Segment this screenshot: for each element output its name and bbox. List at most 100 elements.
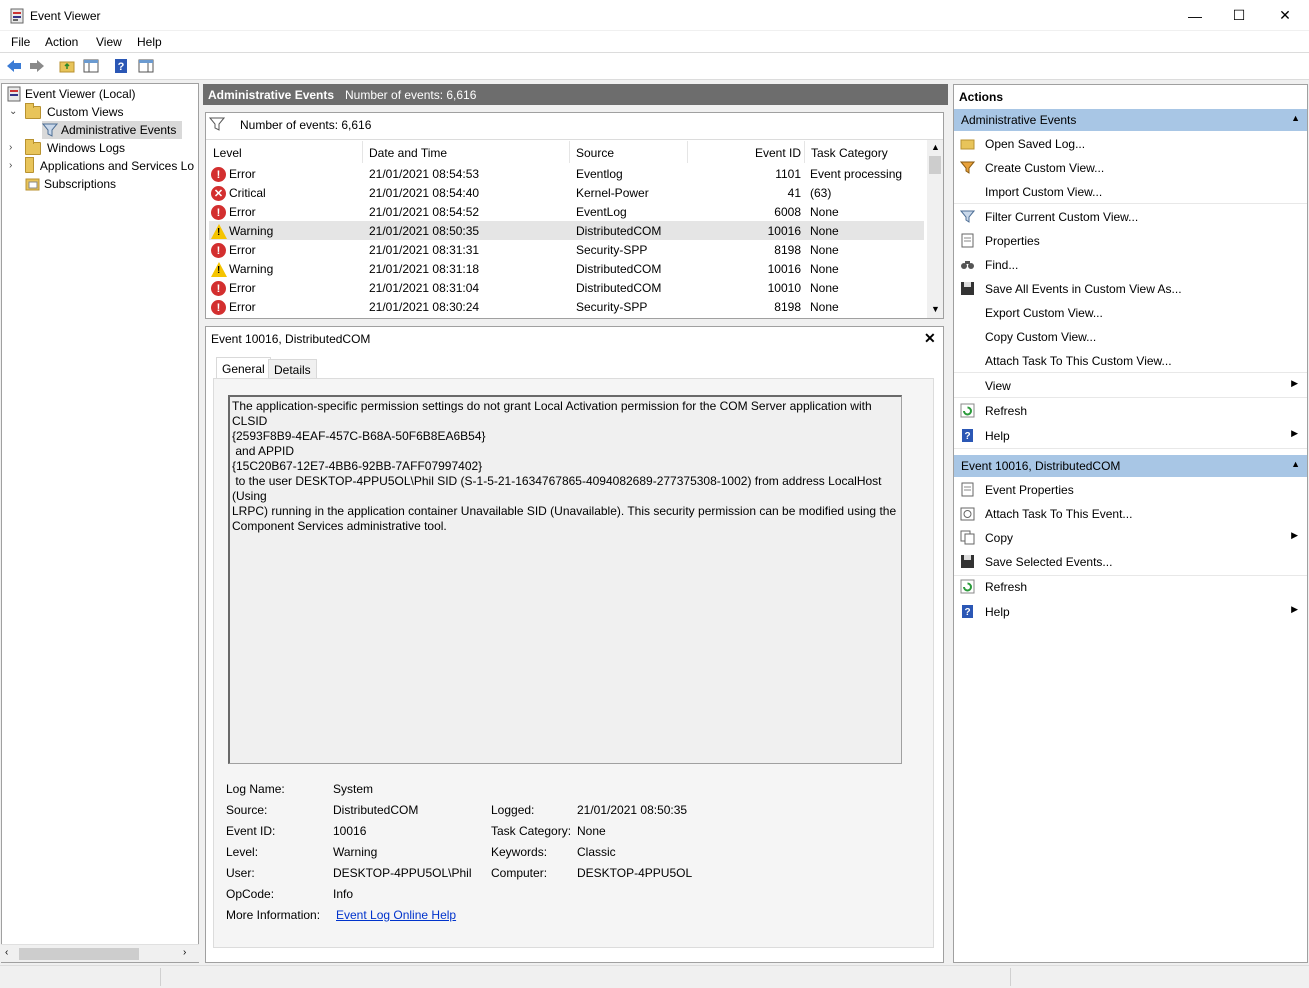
prop-computer-label: Computer: <box>491 866 548 880</box>
folder-icon <box>25 157 34 173</box>
menu-file[interactable]: File <box>11 35 30 49</box>
action-label: Find... <box>985 258 1019 272</box>
action-attach-task-event[interactable]: Attach Task To This Event... <box>954 502 1307 526</box>
action-copy-custom-view[interactable]: Copy Custom View... <box>954 325 1307 349</box>
scroll-thumb[interactable] <box>19 948 139 960</box>
folder-up-icon[interactable] <box>58 57 76 75</box>
tree-item-administrative-events[interactable]: Administrative Events <box>41 121 182 139</box>
error-icon: ! <box>211 167 226 182</box>
action-export-custom-view[interactable]: Export Custom View... <box>954 301 1307 325</box>
scroll-down-icon[interactable]: ▼ <box>931 304 940 314</box>
close-icon[interactable]: ✕ <box>924 330 936 347</box>
column-separator[interactable] <box>362 141 363 163</box>
tree-item-custom-views[interactable]: Custom Views <box>25 102 126 121</box>
action-label: Properties <box>985 234 1040 248</box>
tree-item-subscriptions[interactable]: Subscriptions <box>25 175 119 193</box>
chevron-down-icon[interactable]: ⌄ <box>9 106 17 117</box>
menu-help[interactable]: Help <box>137 35 162 49</box>
event-description[interactable]: The application-specific permission sett… <box>228 395 902 764</box>
forward-arrow-icon[interactable] <box>28 57 46 75</box>
back-arrow-icon[interactable] <box>5 57 23 75</box>
minimize-button[interactable]: — <box>1172 0 1218 31</box>
tree-item-event-viewer-local[interactable]: Event Viewer (Local) <box>6 85 139 103</box>
action-find[interactable]: Find... <box>954 253 1307 277</box>
cell-date: 21/01/2021 08:30:24 <box>369 300 480 314</box>
action-attach-task-custom-view[interactable]: Attach Task To This Custom View... <box>954 349 1307 373</box>
action-save-selected-events[interactable]: Save Selected Events... <box>954 550 1307 574</box>
copy-icon <box>960 530 975 545</box>
action-properties[interactable]: Properties <box>954 229 1307 253</box>
chevron-right-icon[interactable]: › <box>9 142 12 153</box>
show-hide-tree-icon[interactable] <box>82 57 100 75</box>
chevron-right-icon: ▶ <box>1291 530 1298 540</box>
scroll-thumb[interactable] <box>929 156 941 174</box>
prop-keywords-value: Classic <box>577 845 616 859</box>
table-row[interactable]: ! Error 21/01/2021 08:54:53 Eventlog 1101 Eve… <box>209 164 924 183</box>
prop-task-category-value: None <box>577 824 606 838</box>
chevron-right-icon[interactable]: › <box>9 160 12 171</box>
scroll-up-icon[interactable]: ▲ <box>931 142 940 152</box>
action-filter-current-custom-view[interactable]: Filter Current Custom View... <box>954 205 1307 229</box>
action-label: Help <box>985 429 1010 443</box>
tree-item-applications-and-services[interactable]: Applications and Services Lo <box>25 157 197 175</box>
menu-action[interactable]: Action <box>45 35 78 49</box>
action-help[interactable]: ? Help ▶ <box>954 424 1307 448</box>
tree-item-windows-logs[interactable]: Windows Logs <box>25 138 128 157</box>
chevron-up-icon[interactable]: ▲ <box>1291 459 1300 469</box>
cell-task-category: None <box>810 205 839 219</box>
close-window-button[interactable]: ✕ <box>1262 0 1308 31</box>
table-row[interactable]: Warning 21/01/2021 08:50:35 DistributedCOM… <box>209 221 924 240</box>
table-row[interactable]: ! Error 21/01/2021 08:31:31 Security-SPP 819… <box>209 240 924 259</box>
cell-level: Error <box>229 281 256 295</box>
cell-event-id: 41 <box>787 186 801 200</box>
column-header-event-id[interactable]: Event ID <box>755 146 801 160</box>
action-event-properties[interactable]: Event Properties <box>954 478 1307 502</box>
table-row[interactable]: ! Error 21/01/2021 08:54:52 EventLog 6008 Non… <box>209 202 924 221</box>
action-copy[interactable]: Copy ▶ <box>954 526 1307 550</box>
event-log-online-help-link[interactable]: Event Log Online Help <box>336 908 456 922</box>
table-row[interactable]: ✕ Critical 21/01/2021 08:54:40 Kernel-Power… <box>209 183 924 202</box>
help-icon[interactable]: ? <box>112 57 130 75</box>
action-label: Import Custom View... <box>985 185 1103 199</box>
cell-date: 21/01/2021 08:54:52 <box>369 205 480 219</box>
action-refresh[interactable]: Refresh <box>954 399 1307 423</box>
tab-details[interactable]: Details <box>268 359 317 379</box>
action-create-custom-view[interactable]: Create Custom View... <box>954 156 1307 180</box>
column-separator[interactable] <box>569 141 570 163</box>
cell-source: Kernel-Power <box>576 186 649 200</box>
column-header-source[interactable]: Source <box>576 146 614 160</box>
column-separator[interactable] <box>687 141 688 163</box>
prop-event-id-label: Event ID: <box>226 824 276 838</box>
scroll-left-icon[interactable]: ‹ <box>5 947 8 958</box>
action-import-custom-view[interactable]: Import Custom View... <box>954 180 1307 204</box>
chevron-up-icon[interactable]: ▲ <box>1291 113 1300 123</box>
refresh-icon <box>960 579 975 594</box>
actions-section-administrative-events[interactable]: Administrative Events ▲ <box>954 109 1307 131</box>
event-viewer-app-icon <box>9 8 25 24</box>
critical-icon: ✕ <box>211 186 226 201</box>
table-row[interactable]: ! Error 21/01/2021 08:30:24 Security-SPP 819… <box>209 297 924 316</box>
column-separator[interactable] <box>804 141 805 163</box>
action-refresh-2[interactable]: Refresh <box>954 575 1307 599</box>
action-open-saved-log[interactable]: Open Saved Log... <box>954 132 1307 156</box>
table-row[interactable]: ! Error 21/01/2021 08:31:04 DistributedCOM 1… <box>209 278 924 297</box>
tab-general[interactable]: General <box>216 357 271 379</box>
action-view[interactable]: View ▶ <box>954 374 1307 398</box>
table-row[interactable]: Warning 21/01/2021 08:31:18 DistributedCOM… <box>209 259 924 278</box>
maximize-button[interactable]: ☐ <box>1216 0 1262 31</box>
action-save-all-events[interactable]: Save All Events in Custom View As... <box>954 277 1307 301</box>
scroll-right-icon[interactable]: › <box>183 947 186 958</box>
folder-icon <box>25 102 41 119</box>
menu-view[interactable]: View <box>96 35 122 49</box>
column-header-date[interactable]: Date and Time <box>369 146 447 160</box>
open-folder-icon <box>960 136 975 151</box>
action-help-2[interactable]: ? Help ▶ <box>954 600 1307 624</box>
tree-horizontal-scrollbar[interactable]: ‹ › <box>1 944 199 962</box>
actions-section-event-10016[interactable]: Event 10016, DistributedCOM ▲ <box>954 455 1307 477</box>
column-header-task-category[interactable]: Task Category <box>811 146 888 160</box>
event-list-scrollbar[interactable]: ▲ ▼ <box>927 140 943 318</box>
filter-icon <box>41 122 59 138</box>
column-header-level[interactable]: Level <box>213 146 242 160</box>
action-label: View <box>985 379 1011 393</box>
show-action-pane-icon[interactable] <box>137 57 155 75</box>
